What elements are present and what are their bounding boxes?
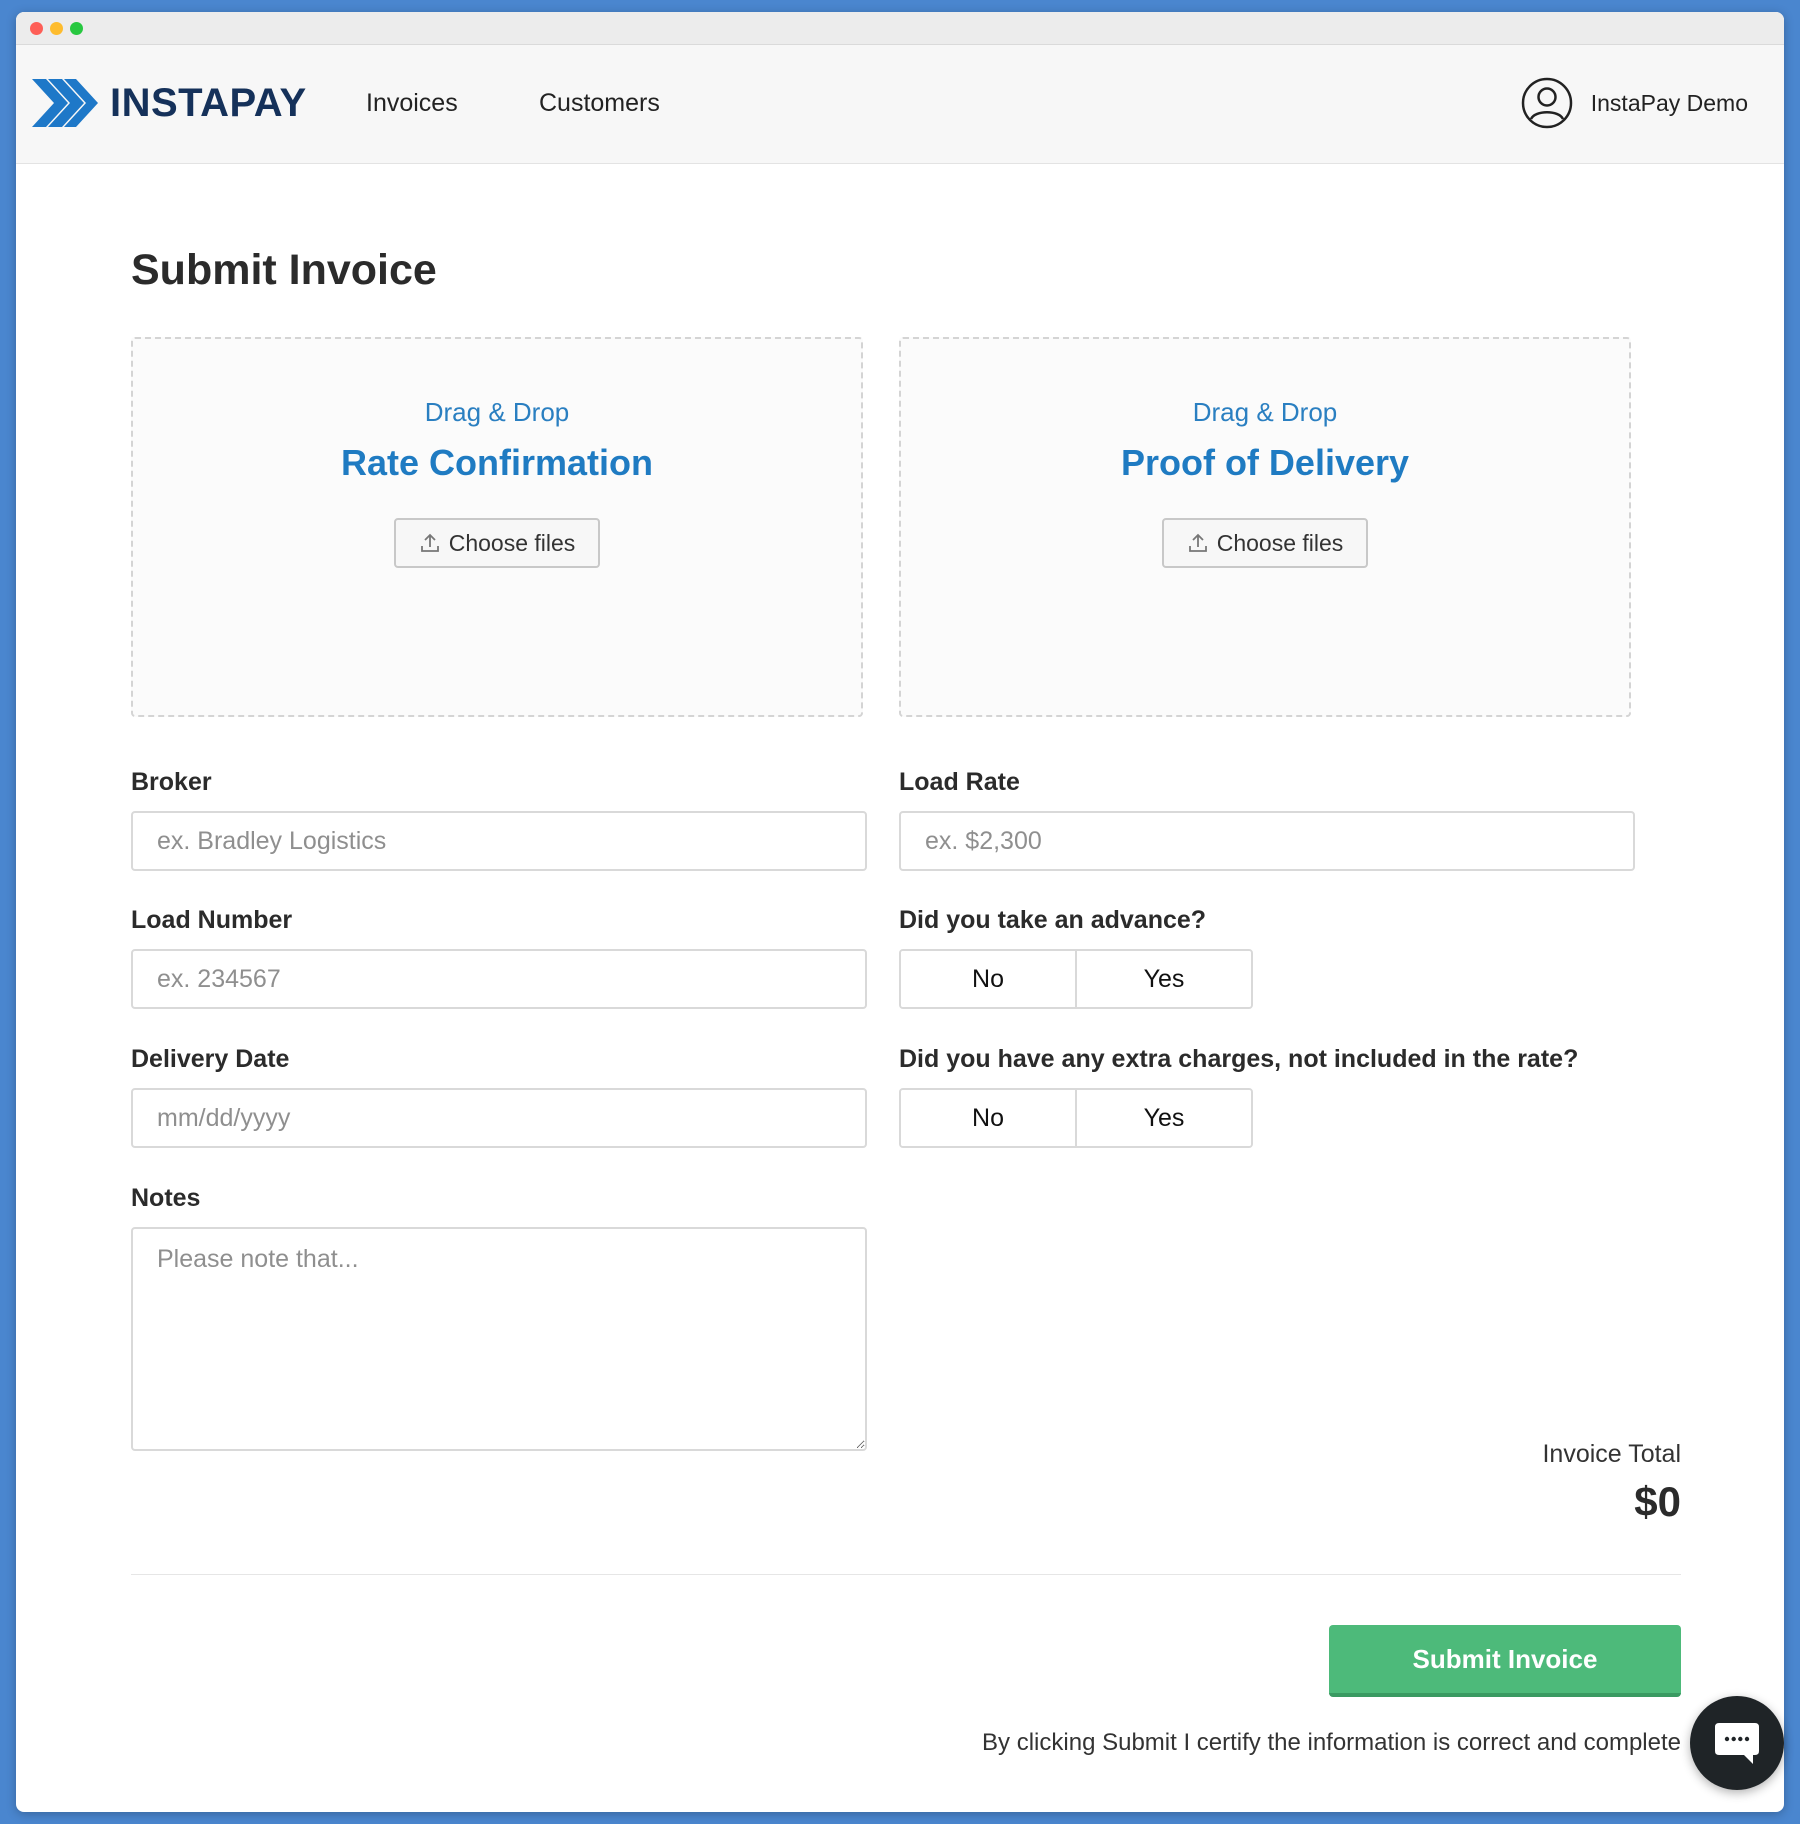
advance-toggle: No Yes <box>899 949 1253 1009</box>
proof-of-delivery-choose-files-button[interactable]: Choose files <box>1162 518 1368 568</box>
brand-logo[interactable]: INSTAPAY <box>32 77 307 129</box>
broker-input[interactable] <box>131 811 867 871</box>
top-navbar: INSTAPAY Invoices Customers InstaPay Dem… <box>16 45 1784 164</box>
submit-invoice-button[interactable]: Submit Invoice <box>1329 1625 1681 1697</box>
extra-charges-question-label: Did you have any extra charges, not incl… <box>899 1045 1579 1073</box>
chat-launcher-button[interactable] <box>1690 1696 1784 1790</box>
nav-invoices-link[interactable]: Invoices <box>366 89 458 118</box>
notes-label: Notes <box>131 1184 201 1212</box>
delivery-date-input[interactable] <box>131 1088 867 1148</box>
extra-charges-no-button[interactable]: No <box>901 1090 1075 1146</box>
user-menu[interactable]: InstaPay Demo <box>1521 77 1748 129</box>
rate-confirmation-choose-files-button[interactable]: Choose files <box>394 518 600 568</box>
choose-files-label: Choose files <box>448 529 576 556</box>
certify-disclaimer: By clicking Submit I certify the informa… <box>982 1729 1681 1756</box>
close-window-button[interactable] <box>30 22 43 35</box>
upload-icon <box>1188 533 1207 552</box>
browser-window: INSTAPAY Invoices Customers InstaPay Dem… <box>16 12 1784 1812</box>
chevrons-logo-icon <box>32 79 98 127</box>
maximize-window-button[interactable] <box>70 22 83 35</box>
advance-yes-button[interactable]: Yes <box>1075 951 1251 1007</box>
proof-of-delivery-dropzone[interactable]: Drag & Drop Proof of Delivery Choose fil… <box>899 337 1631 717</box>
load-number-label: Load Number <box>131 906 293 934</box>
invoice-total-value: $0 <box>1634 1478 1681 1525</box>
notes-textarea[interactable] <box>131 1227 867 1451</box>
section-divider <box>131 1574 1681 1575</box>
page-title: Submit Invoice <box>131 246 437 294</box>
invoice-total-label: Invoice Total <box>1542 1440 1681 1468</box>
extra-charges-yes-button[interactable]: Yes <box>1075 1090 1251 1146</box>
advance-question-label: Did you take an advance? <box>899 906 1207 934</box>
load-number-input[interactable] <box>131 949 867 1009</box>
dropzone-hint: Drag & Drop <box>424 397 570 427</box>
load-rate-input[interactable] <box>899 811 1635 871</box>
load-rate-label: Load Rate <box>899 768 1020 796</box>
nav-customers-link[interactable]: Customers <box>539 89 660 118</box>
dropzone-hint: Drag & Drop <box>1192 397 1338 427</box>
upload-icon <box>420 533 439 552</box>
dropzone-title: Rate Confirmation <box>340 442 653 483</box>
brand-name: INSTAPAY <box>110 80 307 125</box>
choose-files-label: Choose files <box>1216 529 1344 556</box>
dropzone-title: Proof of Delivery <box>1120 442 1410 483</box>
rate-confirmation-dropzone[interactable]: Drag & Drop Rate Confirmation Choose fil… <box>131 337 863 717</box>
broker-label: Broker <box>131 768 212 796</box>
delivery-date-label: Delivery Date <box>131 1045 290 1073</box>
user-name: InstaPay Demo <box>1590 89 1748 116</box>
window-titlebar <box>16 12 1784 45</box>
advance-no-button[interactable]: No <box>901 951 1075 1007</box>
chat-bubble-icon <box>1715 1723 1759 1764</box>
minimize-window-button[interactable] <box>50 22 63 35</box>
extra-charges-toggle: No Yes <box>899 1088 1253 1148</box>
user-avatar-icon <box>1521 77 1572 129</box>
